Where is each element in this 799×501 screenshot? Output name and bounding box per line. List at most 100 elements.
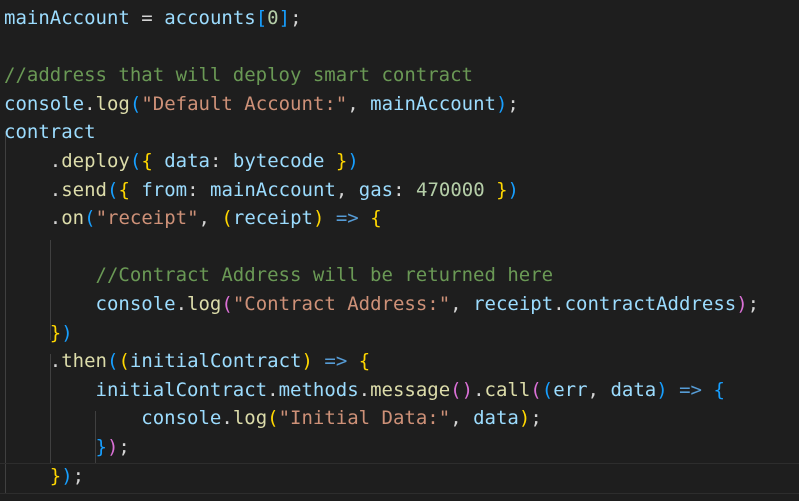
code-content[interactable]: mainAccount = accounts[0]; //address tha… xyxy=(0,4,799,490)
token-b1: ) xyxy=(518,407,531,430)
code-line[interactable]: }); xyxy=(0,462,799,491)
token-plain: . xyxy=(358,378,371,401)
token-var: bytecode xyxy=(232,149,325,172)
code-line[interactable]: }) xyxy=(0,319,799,348)
token-b2: ( xyxy=(450,378,462,401)
token-var: initialContract xyxy=(95,378,268,401)
token-plain: . xyxy=(221,407,233,430)
token-plain: . xyxy=(553,292,565,315)
token-plain: . xyxy=(84,92,96,115)
code-line[interactable]: }); xyxy=(0,433,799,462)
token-fn: log xyxy=(187,292,222,315)
token-b3: ) xyxy=(347,149,359,172)
token-b3: ) xyxy=(61,321,73,344)
token-plain: . xyxy=(49,350,62,373)
code-line[interactable]: console.log("Initial Data:", data); xyxy=(0,404,799,433)
token-fn: log xyxy=(95,92,130,115)
token-cmt: //address that will deploy smart contrac… xyxy=(4,64,473,87)
code-line[interactable]: initialContract.methods.message().call((… xyxy=(0,376,799,405)
token-b3: ) xyxy=(495,92,508,115)
token-plain: . xyxy=(49,207,62,230)
token-var: gas xyxy=(358,178,394,201)
token-b3: { xyxy=(713,378,725,401)
token-arrow: => xyxy=(679,378,702,401)
token-plain: ; xyxy=(507,92,519,115)
code-line[interactable]: console.log("Default Account:", mainAcco… xyxy=(0,90,799,119)
token-cmt: //Contract Address will be returned here xyxy=(95,264,554,287)
code-line[interactable]: contract xyxy=(0,118,799,147)
code-line[interactable]: mainAccount = accounts[0]; xyxy=(0,4,799,33)
code-editor[interactable]: mainAccount = accounts[0]; //address tha… xyxy=(0,0,799,501)
token-str: "Initial Data:" xyxy=(278,407,451,430)
token-b3: ] xyxy=(278,7,291,29)
token-b3: ) xyxy=(656,378,668,401)
token-str: "Contract Address:" xyxy=(232,292,451,315)
token-plain: , xyxy=(335,178,348,201)
token-b1: ( xyxy=(221,207,233,230)
token-plain: ; xyxy=(530,407,542,430)
token-var: mainAccount xyxy=(370,92,496,115)
token-b1: ) xyxy=(301,350,313,373)
token-b1: { xyxy=(358,350,371,373)
token-b3: ( xyxy=(129,149,142,172)
token-plain: . xyxy=(175,292,188,315)
token-var: mainAccount xyxy=(4,7,130,29)
token-b2: ( xyxy=(221,292,233,315)
token-var: data xyxy=(610,378,657,401)
code-line[interactable]: .deploy({ data: bytecode }) xyxy=(0,147,799,176)
token-b3: } xyxy=(95,435,107,458)
token-plain: . xyxy=(49,149,62,172)
code-line[interactable]: //Contract Address will be returned here xyxy=(0,261,799,290)
token-var: contractAddress xyxy=(564,292,737,315)
token-fn: deploy xyxy=(61,149,130,172)
token-var: methods xyxy=(278,378,359,401)
code-line[interactable]: .send({ from: mainAccount, gas: 470000 }… xyxy=(0,176,799,205)
token-plain: ; xyxy=(118,435,130,458)
token-str: "receipt" xyxy=(95,207,199,230)
token-plain: . xyxy=(473,378,485,401)
token-plain: : xyxy=(393,178,405,201)
token-b3: ( xyxy=(106,178,119,201)
token-plain: , xyxy=(587,378,599,401)
editor-separator-1 xyxy=(0,493,799,494)
token-var: accounts xyxy=(164,7,256,29)
token-b2: ( xyxy=(530,378,542,401)
token-var: initialContract xyxy=(129,350,302,373)
token-b3: ) xyxy=(507,178,519,201)
token-b2: ) xyxy=(461,378,474,401)
code-line[interactable]: .on("receipt", (receipt) => { xyxy=(0,204,799,233)
code-line[interactable] xyxy=(0,233,799,262)
code-line[interactable]: .then((initialContract) => { xyxy=(0,347,799,376)
token-plain: , xyxy=(347,92,359,115)
code-line[interactable]: //address that will deploy smart contrac… xyxy=(0,61,799,90)
token-arrow: => xyxy=(324,350,348,373)
token-fn: then xyxy=(61,350,107,373)
token-b1: } xyxy=(496,178,508,201)
token-plain: . xyxy=(267,378,279,401)
token-arrow: => xyxy=(335,207,359,230)
token-b1: } xyxy=(335,149,348,172)
token-var: data xyxy=(473,407,519,430)
token-b2: ) xyxy=(106,435,119,458)
token-b3: ( xyxy=(541,378,554,401)
code-line[interactable]: console.log("Contract Address:", receipt… xyxy=(0,290,799,319)
code-line[interactable] xyxy=(0,33,799,62)
token-b1: { xyxy=(118,178,130,201)
token-b1: } xyxy=(49,321,62,344)
